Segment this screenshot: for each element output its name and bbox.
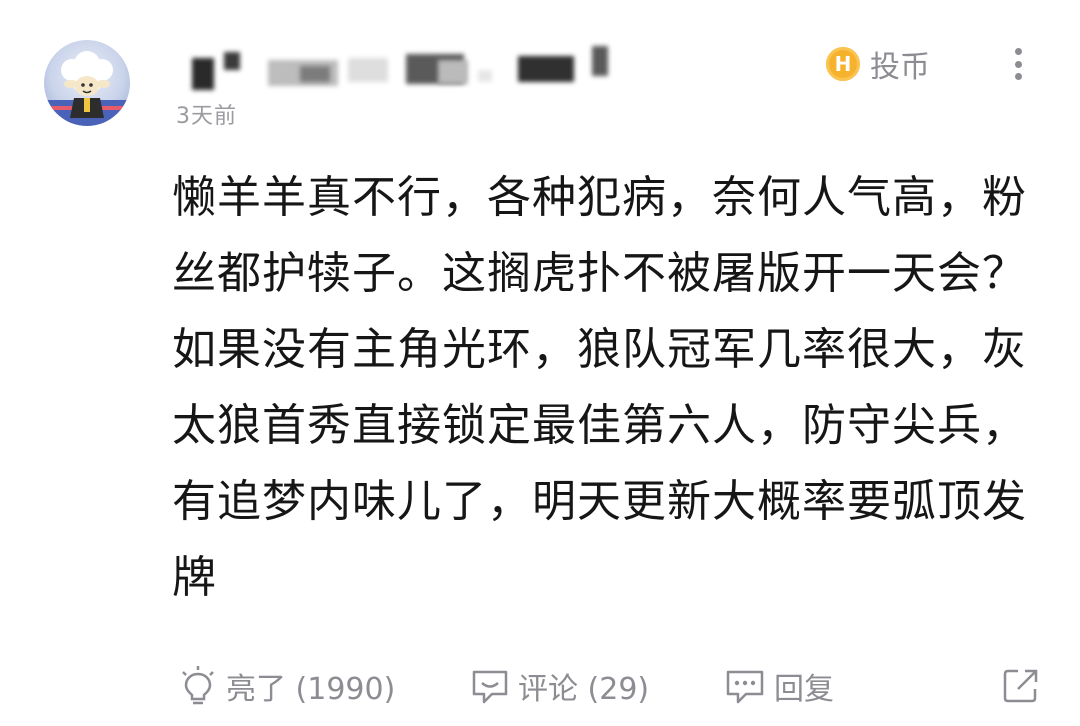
like-label: 亮了 (1990)	[226, 672, 396, 707]
coin-icon: H	[826, 47, 860, 81]
sheep-avatar-icon	[44, 51, 130, 126]
share-button[interactable]	[1000, 662, 1042, 710]
comment-bubble-icon	[472, 670, 508, 704]
share-icon	[1003, 669, 1038, 703]
coin-label: 投币	[870, 50, 930, 85]
coin-button[interactable]: H 投币	[826, 42, 930, 86]
more-options-icon[interactable]	[1004, 44, 1032, 84]
comment-text: 懒羊羊真不行，各种犯病，奈何人气高，粉丝都护犊子。这搁虎扑不被屠版开一天会？如果…	[172, 172, 1027, 603]
reply-bubble-icon	[726, 670, 764, 704]
reply-button[interactable]: 回复	[722, 662, 834, 710]
comment-time: 3天前	[176, 104, 237, 129]
comment-button[interactable]: 评论 (29)	[468, 662, 649, 710]
like-button[interactable]: 亮了 (1990)	[176, 662, 395, 710]
comment-label: 评论 (29)	[518, 672, 650, 707]
lightbulb-icon	[182, 666, 214, 705]
username-redacted[interactable]	[188, 46, 628, 98]
comment-actions: 亮了 (1990) 评论 (29) 回复	[0, 654, 1080, 718]
avatar[interactable]	[44, 40, 130, 126]
reply-label: 回复	[774, 672, 834, 707]
